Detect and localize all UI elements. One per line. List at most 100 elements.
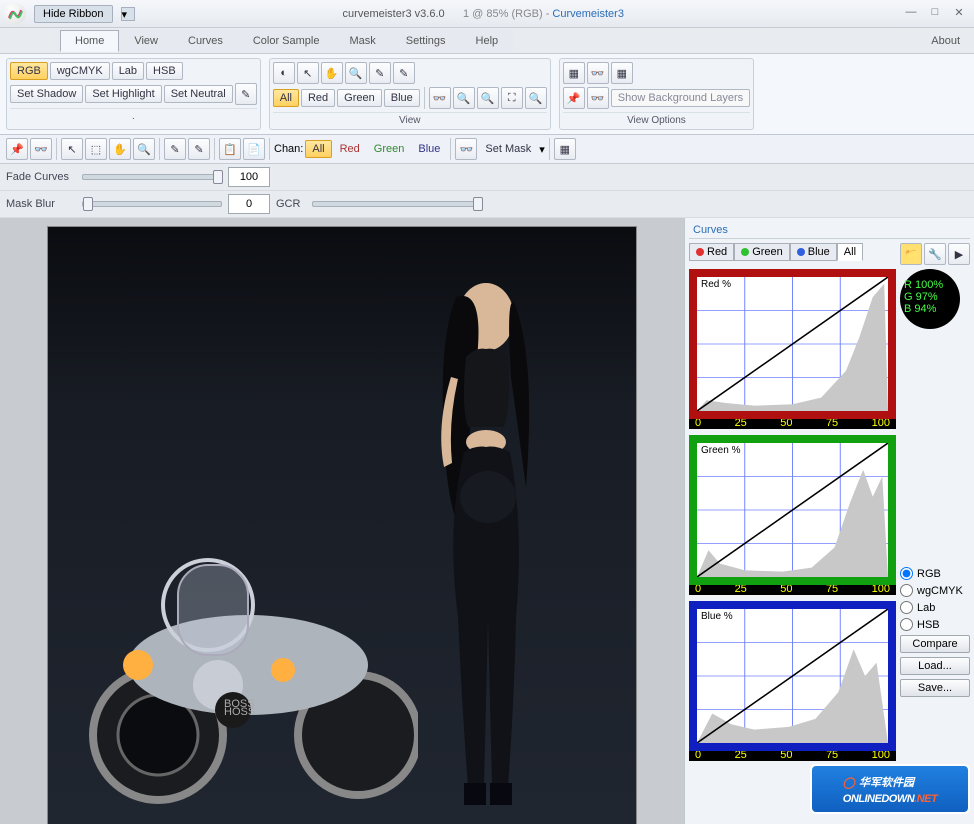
mode-hsb-button[interactable]: HSB	[146, 62, 183, 80]
layer2-icon[interactable]: ▦	[611, 62, 633, 84]
view-green-button[interactable]: Green	[337, 89, 382, 107]
paste-icon[interactable]: 📄	[243, 138, 265, 160]
mask-blur-value[interactable]: 0	[228, 194, 270, 214]
red-curve-box[interactable]: Red %	[689, 269, 896, 419]
radio-wgcmyk[interactable]: wgCMYK	[900, 584, 970, 597]
compare-button[interactable]: Compare	[900, 635, 970, 653]
svg-text:HOSS: HOSS	[224, 706, 255, 718]
hand-tool-icon[interactable]: ✋	[109, 138, 131, 160]
set-neutral-button[interactable]: Set Neutral	[164, 85, 233, 103]
pencil-icon[interactable]: ✎	[235, 83, 257, 105]
arrow-tool-icon[interactable]: ↖	[61, 138, 83, 160]
picker2-icon[interactable]: ✎	[188, 138, 210, 160]
rgb-readout: R 100% G 97% B 94%	[900, 269, 960, 329]
group-label-view: View	[273, 112, 547, 126]
tab-home[interactable]: Home	[60, 30, 119, 52]
curves-panel-title: Curves	[689, 222, 970, 239]
show-bg-layers-button[interactable]: Show Background Layers	[611, 89, 750, 107]
chan-blue-button[interactable]: Blue	[412, 141, 446, 157]
mode-lab-button[interactable]: Lab	[112, 62, 144, 80]
folder-icon[interactable]: 📁	[900, 243, 922, 265]
zoom-in-icon[interactable]: 🔍	[477, 87, 499, 109]
glasses2-icon[interactable]: 👓	[587, 87, 609, 109]
radio-lab[interactable]: Lab	[900, 601, 970, 614]
dropper2-icon[interactable]: ✎	[393, 62, 415, 84]
tab-mask[interactable]: Mask	[334, 30, 390, 52]
zoom-tool-icon[interactable]: 🔍	[133, 138, 155, 160]
close-icon[interactable]: ✕	[948, 6, 970, 22]
document-status: 1 @ 85% (RGB) -	[463, 8, 549, 20]
blue-curve-box[interactable]: Blue %	[689, 601, 896, 751]
radio-hsb[interactable]: HSB	[900, 618, 970, 631]
set-highlight-button[interactable]: Set Highlight	[85, 85, 161, 103]
mask-icon[interactable]: 👓	[429, 87, 451, 109]
zoom-icon[interactable]: 🔍	[345, 62, 367, 84]
preview-image: BOSS HOSS	[47, 226, 637, 824]
gcr-slider[interactable]	[312, 201, 482, 207]
tab-help[interactable]: Help	[461, 30, 514, 52]
view-blue-button[interactable]: Blue	[384, 89, 420, 107]
gcr-label: GCR	[276, 198, 306, 210]
window-title: curvemeister3 v3.6.0 1 @ 85% (RGB) - Cur…	[343, 8, 624, 20]
zoom-out-icon[interactable]: 🔍	[453, 87, 475, 109]
view-all-button[interactable]: All	[273, 89, 299, 107]
glasses-icon[interactable]: 👓	[587, 62, 609, 84]
image-canvas[interactable]: BOSS HOSS	[0, 218, 684, 824]
mode-wgcmyk-button[interactable]: wgCMYK	[50, 62, 110, 80]
extra-tool-icon[interactable]: ▦	[554, 138, 576, 160]
view-red-button[interactable]: Red	[301, 89, 335, 107]
app-name: curvemeister3 v3.6.0	[343, 8, 445, 20]
app-logo[interactable]	[4, 3, 26, 25]
tab-color-sample[interactable]: Color Sample	[238, 30, 335, 52]
fade-curves-slider[interactable]	[82, 174, 222, 180]
set-mask-glasses-icon[interactable]: 👓	[455, 138, 477, 160]
hide-ribbon-button[interactable]: Hide Ribbon	[34, 5, 113, 23]
brand-link[interactable]: Curvemeister3	[552, 8, 624, 20]
set-shadow-button[interactable]: Set Shadow	[10, 85, 83, 103]
watermark-badge: ◯ 华军软件园 ONLINEDOWN.NET	[810, 764, 970, 814]
pin-icon[interactable]: 📌	[563, 87, 585, 109]
group-label-ellipsis: .	[10, 108, 257, 122]
save-button[interactable]: Save...	[900, 679, 970, 697]
curve-tab-green[interactable]: Green	[734, 243, 790, 261]
fade-curves-label: Fade Curves	[6, 171, 76, 183]
maximize-icon[interactable]: □	[924, 6, 946, 22]
tab-curves[interactable]: Curves	[173, 30, 238, 52]
tab-view[interactable]: View	[119, 30, 173, 52]
group-label-view-options: View Options	[563, 112, 750, 126]
layer1-icon[interactable]: ▦	[563, 62, 585, 84]
tab-settings[interactable]: Settings	[391, 30, 461, 52]
palette-icon[interactable]: ◐	[273, 62, 295, 84]
picker1-icon[interactable]: ✎	[164, 138, 186, 160]
wrench-icon[interactable]: 🔧	[924, 243, 946, 265]
ribbon-dropdown-icon[interactable]: ▾	[121, 7, 135, 21]
curve-tab-blue[interactable]: Blue	[790, 243, 837, 261]
chan-label: Chan:	[274, 143, 303, 155]
hand-icon[interactable]: ✋	[321, 62, 343, 84]
arrow-icon[interactable]: ↖	[297, 62, 319, 84]
select-icon[interactable]: ⬚	[85, 138, 107, 160]
chan-green-button[interactable]: Green	[368, 141, 411, 157]
chan-red-button[interactable]: Red	[334, 141, 366, 157]
load-button[interactable]: Load...	[900, 657, 970, 675]
about-link[interactable]: About	[931, 35, 974, 47]
minimize-icon[interactable]: —	[900, 6, 922, 22]
motorcycle-graphic: BOSS HOSS	[68, 485, 418, 805]
mask-tool-icon[interactable]: 👓	[30, 138, 52, 160]
zoom-fit-icon[interactable]: ⛶	[501, 87, 523, 109]
green-curve-box[interactable]: Green %	[689, 435, 896, 585]
curve-tab-all[interactable]: All	[837, 243, 863, 261]
set-mask-button[interactable]: Set Mask	[479, 141, 537, 157]
zoom-100-icon[interactable]: 🔍	[525, 87, 547, 109]
chan-all-button[interactable]: All	[305, 140, 331, 158]
fade-curves-value[interactable]: 100	[228, 167, 270, 187]
pin-tool-icon[interactable]: 📌	[6, 138, 28, 160]
eyedropper-icon[interactable]: ✎	[369, 62, 391, 84]
mask-blur-slider[interactable]	[82, 201, 222, 207]
mode-rgb-button[interactable]: RGB	[10, 62, 48, 80]
play-icon[interactable]: ▶	[948, 243, 970, 265]
radio-rgb[interactable]: RGB	[900, 567, 970, 580]
curve-tab-red[interactable]: Red	[689, 243, 734, 261]
copy-icon[interactable]: 📋	[219, 138, 241, 160]
set-mask-chevron-icon[interactable]: ▾	[539, 143, 545, 156]
